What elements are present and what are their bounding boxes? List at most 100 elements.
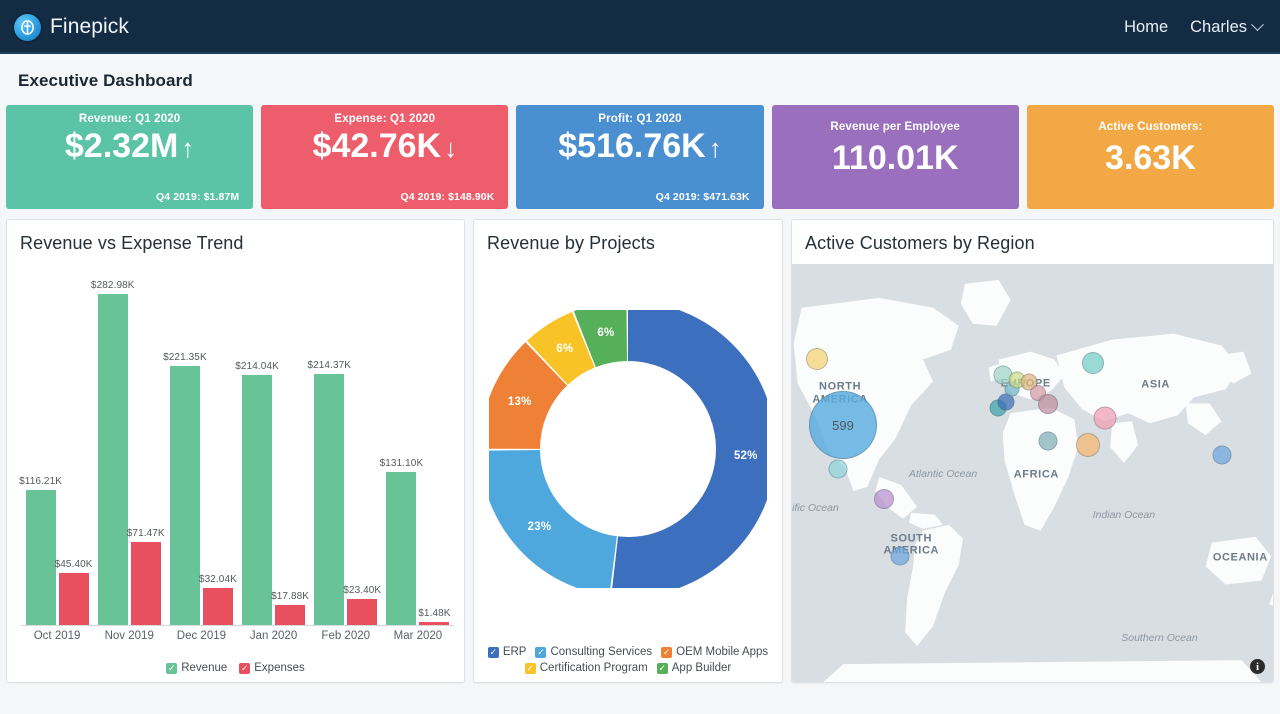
bar-expense[interactable]: $71.47K [127, 528, 165, 626]
kpi-value: 3.63K [1041, 138, 1260, 177]
kpi-card-revenue[interactable]: Revenue: Q1 2020 $2.32M ↑ Q4 2019: $1.87M [6, 105, 254, 209]
user-menu[interactable]: Charles [1190, 17, 1264, 37]
map-bubble[interactable] [1082, 351, 1105, 374]
bar-value-label: $214.04K [235, 360, 279, 372]
bar-value-label: $45.40K [54, 558, 93, 570]
legend-label: ERP [502, 646, 527, 658]
bar-revenue[interactable]: $282.98K [91, 280, 134, 626]
kpi-value-text: 3.63K [1105, 138, 1196, 177]
finepick-logo-icon [14, 13, 41, 41]
kpi-label: Expense: Q1 2020 [334, 113, 436, 125]
bar-value-label: $214.37K [307, 360, 352, 372]
nav-link-home[interactable]: Home [1124, 18, 1168, 37]
bar-revenue[interactable]: $214.04K [235, 361, 279, 626]
bar-value-label: $71.47K [126, 528, 165, 540]
map-bubble[interactable] [874, 488, 895, 509]
bar-expense[interactable]: $23.40K [343, 585, 381, 626]
bar-expense[interactable]: $32.04K [199, 574, 237, 626]
kpi-value: $516.76K ↑ [530, 128, 749, 165]
donut-slice-label: 6% [556, 343, 574, 356]
map-bubble[interactable] [828, 459, 848, 479]
panel-active-customers-by-region: Active Customers by Region NORTH SOUTH A… [791, 219, 1274, 683]
kpi-label: Revenue per Employee [830, 121, 960, 133]
bar-group[interactable]: $214.04K $17.88K [235, 274, 310, 626]
map-bubble[interactable] [890, 546, 910, 566]
donut-slice-label: 6% [597, 327, 615, 340]
x-axis-label: Feb 2020 [321, 630, 371, 642]
legend-item[interactable]: Certification Program [524, 662, 648, 674]
kpi-subtext: Q4 2019: $471.63K [655, 191, 750, 203]
bar-revenue[interactable]: $214.37K [307, 360, 351, 626]
kpi-value-text: $42.76K [312, 126, 442, 165]
map-bubble[interactable] [1212, 445, 1232, 465]
bar-chart-legend[interactable]: Revenue Expenses [7, 662, 464, 674]
map-bubble[interactable] [1093, 406, 1117, 430]
legend-item[interactable]: App Builder [656, 662, 731, 674]
kpi-subtext: Q4 2019: $148.90K [400, 191, 495, 203]
bar-expense[interactable]: $17.88K [271, 591, 309, 626]
legend-item[interactable]: Expenses [239, 662, 305, 674]
legend-color-swatch [535, 646, 547, 658]
brand[interactable]: Finepick [14, 13, 129, 41]
legend-label: Revenue [181, 662, 228, 674]
map-bubble-labeled[interactable]: 599 [808, 391, 877, 460]
kpi-card-expense[interactable]: Expense: Q1 2020 $42.76K ↓ Q4 2019: $148.… [261, 105, 509, 209]
dashboard-panels: Revenue vs Expense Trend $116.21K $45.40K… [0, 209, 1280, 691]
brand-name: Finepick [50, 15, 129, 38]
info-icon[interactable]: i [1250, 659, 1265, 674]
bar-group[interactable]: $116.21K $45.40K [19, 274, 93, 626]
map-bubble[interactable] [1037, 394, 1058, 415]
bar-value-label: $221.35K [163, 352, 207, 364]
legend-color-swatch [661, 646, 673, 658]
world-map[interactable]: NORTHAMERICASOUTHAMERICAEUROPEAFRICAASIA… [792, 264, 1273, 682]
bar-value-label: $32.04K [198, 574, 237, 586]
kpi-card-revenue-per-employee[interactable]: Revenue per Employee 110.01K [771, 105, 1019, 209]
bar-revenue[interactable]: $221.35K [163, 352, 207, 626]
kpi-value: $2.32M ↑ [20, 128, 239, 165]
bar-chart[interactable]: $116.21K $45.40K $282.98K $71.47K $221.35K $3… [7, 264, 464, 682]
map-chart[interactable]: NORTHAMERICASOUTHAMERICAEUROPEAFRICAASIA… [792, 264, 1273, 682]
legend-item[interactable]: OEM Mobile Apps [661, 646, 768, 658]
bar-group[interactable]: $214.37K $23.40K [307, 274, 382, 626]
legend-item[interactable]: ERP [487, 646, 527, 658]
kpi-card-row: Revenue: Q1 2020 $2.32M ↑ Q4 2019: $1.87M… [0, 105, 1280, 209]
kpi-card-active-customers[interactable]: Active Customers: 3.63K [1026, 105, 1275, 209]
map-bubble[interactable] [1038, 431, 1058, 451]
donut-slice-label: 23% [527, 521, 552, 534]
bar-revenue[interactable]: $131.10K [380, 458, 423, 626]
world-map-landmasses [793, 279, 1273, 682]
chevron-down-icon [1251, 17, 1264, 31]
donut-chart-legend[interactable]: ERP Consulting Services OEM Mobile Apps Cer… [482, 646, 774, 674]
kpi-label: Profit: Q1 2020 [598, 113, 682, 125]
bar-value-label: $17.88K [271, 591, 310, 603]
kpi-value-text: 110.01K [831, 138, 959, 177]
bar-expense[interactable]: $45.40K [55, 559, 92, 626]
kpi-value: 110.01K [786, 138, 1005, 177]
map-bubble[interactable] [806, 347, 828, 370]
legend-color-swatch [487, 646, 499, 658]
legend-color-swatch [656, 662, 668, 674]
panel-title: Revenue by Projects [487, 233, 655, 253]
kpi-subtext: Q4 2019: $1.87M [155, 191, 240, 203]
legend-item[interactable]: Consulting Services [535, 646, 652, 658]
donut-chart[interactable]: 52% 23% 13% 6% 6% ERP Consulting Services OEM … [474, 264, 782, 682]
bar-value-label: $116.21K [19, 475, 63, 487]
kpi-card-profit[interactable]: Profit: Q1 2020 $516.76K ↑ Q4 2019: $471.… [516, 105, 764, 209]
legend-color-swatch [524, 662, 536, 674]
map-bubble[interactable] [1076, 433, 1101, 458]
panel-revenue-by-projects: Revenue by Projects 52% 23% 13% 6% 6% ERP Con… [473, 219, 783, 683]
bar-group[interactable]: $221.35K $32.04K [163, 274, 237, 626]
panel-title: Revenue vs Expense Trend [20, 233, 244, 253]
kpi-value: $42.76K ↓ [275, 126, 494, 165]
page-title: Executive Dashboard [18, 71, 193, 90]
bar-group[interactable]: $282.98K $71.47K [91, 274, 165, 626]
top-navigation-bar: Finepick Home Charles [0, 0, 1280, 54]
legend-item[interactable]: Revenue [166, 662, 227, 674]
x-axis-labels: Oct 2019 Nov 2019 Dec 2019 Jan 2020 Feb 2020… [21, 630, 454, 648]
bar-revenue[interactable]: $116.21K [19, 476, 62, 626]
x-axis-label: Mar 2020 [393, 630, 443, 642]
trend-down-icon: ↓ [444, 132, 458, 163]
bar-group[interactable]: $131.10K $1.48K [380, 274, 454, 626]
legend-color-swatch [166, 662, 178, 674]
bar-value-label: $23.40K [343, 584, 382, 596]
